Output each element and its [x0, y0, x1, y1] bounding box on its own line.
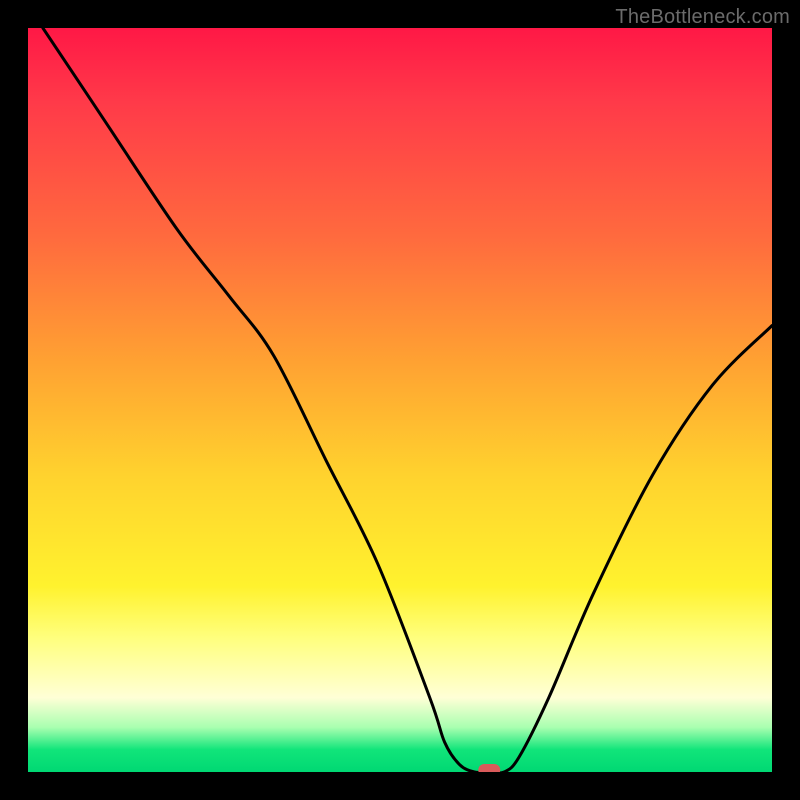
bottleneck-curve	[28, 28, 772, 772]
curve-path	[43, 28, 772, 772]
chart-frame: TheBottleneck.com	[0, 0, 800, 800]
watermark-text: TheBottleneck.com	[615, 6, 790, 29]
plot-area	[28, 28, 772, 772]
min-marker	[478, 764, 500, 772]
